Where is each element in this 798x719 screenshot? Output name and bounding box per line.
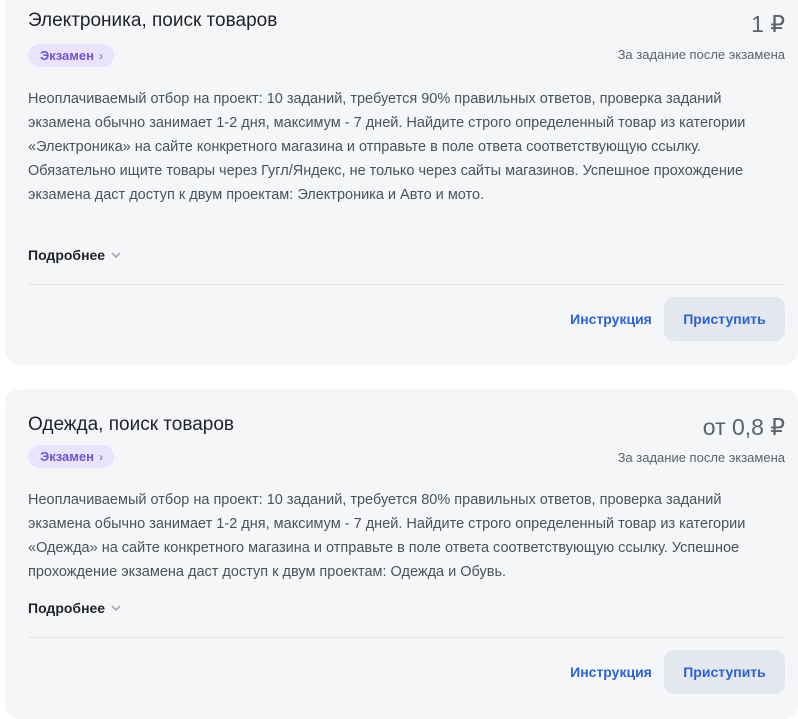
task-card: Одежда, поиск товаров от 0,8 ₽ За задани… [5, 389, 798, 719]
exam-badge[interactable]: Экзамен › [28, 445, 114, 468]
more-details-label: Подробнее [28, 600, 106, 616]
task-description: Неоплачиваемый отбор на проект: 10 задан… [28, 492, 746, 580]
task-title: Одежда, поиск товаров [28, 414, 235, 435]
chevron-down-icon [111, 252, 121, 258]
more-details-label: Подробнее [28, 247, 106, 263]
more-details-toggle[interactable]: Подробнее [28, 247, 122, 263]
task-card: Электроника, поиск товаров 1 ₽ За задани… [5, 0, 798, 365]
exam-badge[interactable]: Экзамен › [28, 44, 114, 67]
divider [28, 637, 785, 638]
divider [28, 284, 785, 285]
price-note: За задание после экзамена [617, 47, 785, 62]
exam-badge-label: Экзамен [40, 48, 94, 63]
more-details-toggle[interactable]: Подробнее [28, 600, 122, 616]
task-price: 1 ₽ [751, 11, 785, 37]
start-button[interactable]: Приступить [664, 650, 785, 694]
start-button[interactable]: Приступить [664, 297, 785, 341]
instruction-button[interactable]: Инструкция [556, 297, 666, 341]
instruction-button[interactable]: Инструкция [556, 650, 666, 694]
task-description: Неоплачиваемый отбор на проект: 10 задан… [28, 91, 746, 203]
task-title: Электроника, поиск товаров [28, 10, 278, 31]
chevron-right-icon: › [98, 449, 103, 464]
task-price: от 0,8 ₽ [702, 414, 785, 440]
chevron-right-icon: › [98, 48, 103, 63]
chevron-down-icon [111, 605, 121, 611]
price-note: За задание после экзамена [617, 450, 785, 465]
exam-badge-label: Экзамен [40, 449, 94, 464]
